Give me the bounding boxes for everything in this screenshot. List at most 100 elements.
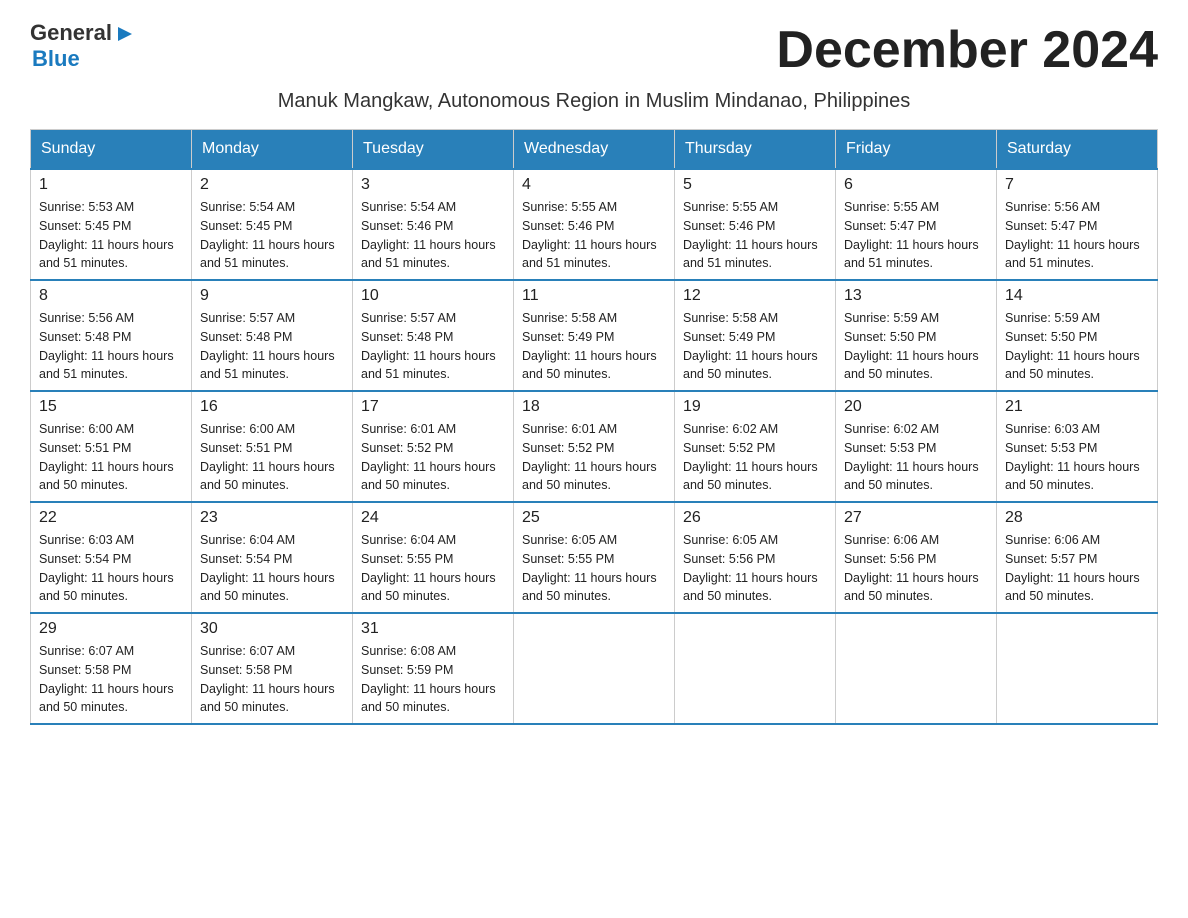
subtitle: Manuk Mangkaw, Autonomous Region in Musl… — [30, 90, 1158, 113]
day-info: Sunrise: 6:00 AMSunset: 5:51 PMDaylight:… — [200, 422, 335, 492]
page-title: December 2024 — [776, 20, 1158, 80]
day-info: Sunrise: 6:07 AMSunset: 5:58 PMDaylight:… — [39, 644, 174, 714]
day-info: Sunrise: 5:56 AMSunset: 5:47 PMDaylight:… — [1005, 200, 1140, 270]
calendar-week-2: 8 Sunrise: 5:56 AMSunset: 5:48 PMDayligh… — [31, 280, 1158, 391]
day-number: 4 — [522, 176, 666, 194]
day-number: 18 — [522, 398, 666, 416]
day-info: Sunrise: 6:00 AMSunset: 5:51 PMDaylight:… — [39, 422, 174, 492]
day-info: Sunrise: 5:57 AMSunset: 5:48 PMDaylight:… — [200, 311, 335, 381]
day-info: Sunrise: 6:06 AMSunset: 5:57 PMDaylight:… — [1005, 533, 1140, 603]
day-info: Sunrise: 5:55 AMSunset: 5:47 PMDaylight:… — [844, 200, 979, 270]
day-number: 23 — [200, 509, 344, 527]
empty-cell-w4-d3 — [514, 613, 675, 724]
col-monday: Monday — [192, 130, 353, 170]
day-cell-29: 29 Sunrise: 6:07 AMSunset: 5:58 PMDaylig… — [31, 613, 192, 724]
day-info: Sunrise: 6:07 AMSunset: 5:58 PMDaylight:… — [200, 644, 335, 714]
day-info: Sunrise: 5:55 AMSunset: 5:46 PMDaylight:… — [522, 200, 657, 270]
day-number: 10 — [361, 287, 505, 305]
day-number: 26 — [683, 509, 827, 527]
day-number: 29 — [39, 620, 183, 638]
day-cell-25: 25 Sunrise: 6:05 AMSunset: 5:55 PMDaylig… — [514, 502, 675, 613]
empty-cell-w4-d5 — [836, 613, 997, 724]
day-number: 24 — [361, 509, 505, 527]
day-number: 7 — [1005, 176, 1149, 194]
day-number: 8 — [39, 287, 183, 305]
day-info: Sunrise: 6:08 AMSunset: 5:59 PMDaylight:… — [361, 644, 496, 714]
day-number: 13 — [844, 287, 988, 305]
calendar-week-5: 29 Sunrise: 6:07 AMSunset: 5:58 PMDaylig… — [31, 613, 1158, 724]
day-info: Sunrise: 5:57 AMSunset: 5:48 PMDaylight:… — [361, 311, 496, 381]
logo-general-text: General — [30, 20, 112, 46]
calendar-week-4: 22 Sunrise: 6:03 AMSunset: 5:54 PMDaylig… — [31, 502, 1158, 613]
day-info: Sunrise: 5:55 AMSunset: 5:46 PMDaylight:… — [683, 200, 818, 270]
day-cell-10: 10 Sunrise: 5:57 AMSunset: 5:48 PMDaylig… — [353, 280, 514, 391]
day-number: 9 — [200, 287, 344, 305]
day-cell-1: 1 Sunrise: 5:53 AMSunset: 5:45 PMDayligh… — [31, 169, 192, 280]
day-number: 12 — [683, 287, 827, 305]
day-cell-30: 30 Sunrise: 6:07 AMSunset: 5:58 PMDaylig… — [192, 613, 353, 724]
day-cell-20: 20 Sunrise: 6:02 AMSunset: 5:53 PMDaylig… — [836, 391, 997, 502]
empty-cell-w4-d6 — [997, 613, 1158, 724]
day-cell-27: 27 Sunrise: 6:06 AMSunset: 5:56 PMDaylig… — [836, 502, 997, 613]
day-cell-16: 16 Sunrise: 6:00 AMSunset: 5:51 PMDaylig… — [192, 391, 353, 502]
day-info: Sunrise: 6:03 AMSunset: 5:54 PMDaylight:… — [39, 533, 174, 603]
day-cell-24: 24 Sunrise: 6:04 AMSunset: 5:55 PMDaylig… — [353, 502, 514, 613]
day-cell-2: 2 Sunrise: 5:54 AMSunset: 5:45 PMDayligh… — [192, 169, 353, 280]
col-tuesday: Tuesday — [353, 130, 514, 170]
day-number: 11 — [522, 287, 666, 305]
day-number: 2 — [200, 176, 344, 194]
day-cell-13: 13 Sunrise: 5:59 AMSunset: 5:50 PMDaylig… — [836, 280, 997, 391]
day-number: 22 — [39, 509, 183, 527]
day-cell-19: 19 Sunrise: 6:02 AMSunset: 5:52 PMDaylig… — [675, 391, 836, 502]
logo-blue-text: Blue — [30, 46, 136, 72]
day-cell-31: 31 Sunrise: 6:08 AMSunset: 5:59 PMDaylig… — [353, 613, 514, 724]
day-number: 3 — [361, 176, 505, 194]
day-cell-23: 23 Sunrise: 6:04 AMSunset: 5:54 PMDaylig… — [192, 502, 353, 613]
day-cell-6: 6 Sunrise: 5:55 AMSunset: 5:47 PMDayligh… — [836, 169, 997, 280]
day-number: 28 — [1005, 509, 1149, 527]
day-number: 1 — [39, 176, 183, 194]
day-cell-21: 21 Sunrise: 6:03 AMSunset: 5:53 PMDaylig… — [997, 391, 1158, 502]
day-info: Sunrise: 6:03 AMSunset: 5:53 PMDaylight:… — [1005, 422, 1140, 492]
day-number: 17 — [361, 398, 505, 416]
day-cell-12: 12 Sunrise: 5:58 AMSunset: 5:49 PMDaylig… — [675, 280, 836, 391]
day-cell-22: 22 Sunrise: 6:03 AMSunset: 5:54 PMDaylig… — [31, 502, 192, 613]
day-info: Sunrise: 5:58 AMSunset: 5:49 PMDaylight:… — [683, 311, 818, 381]
day-cell-4: 4 Sunrise: 5:55 AMSunset: 5:46 PMDayligh… — [514, 169, 675, 280]
day-number: 27 — [844, 509, 988, 527]
day-info: Sunrise: 5:54 AMSunset: 5:45 PMDaylight:… — [200, 200, 335, 270]
day-info: Sunrise: 6:01 AMSunset: 5:52 PMDaylight:… — [361, 422, 496, 492]
day-info: Sunrise: 5:56 AMSunset: 5:48 PMDaylight:… — [39, 311, 174, 381]
day-number: 20 — [844, 398, 988, 416]
calendar-week-1: 1 Sunrise: 5:53 AMSunset: 5:45 PMDayligh… — [31, 169, 1158, 280]
day-cell-5: 5 Sunrise: 5:55 AMSunset: 5:46 PMDayligh… — [675, 169, 836, 280]
day-number: 6 — [844, 176, 988, 194]
day-info: Sunrise: 5:53 AMSunset: 5:45 PMDaylight:… — [39, 200, 174, 270]
col-wednesday: Wednesday — [514, 130, 675, 170]
day-cell-26: 26 Sunrise: 6:05 AMSunset: 5:56 PMDaylig… — [675, 502, 836, 613]
day-number: 15 — [39, 398, 183, 416]
col-saturday: Saturday — [997, 130, 1158, 170]
day-number: 31 — [361, 620, 505, 638]
day-cell-15: 15 Sunrise: 6:00 AMSunset: 5:51 PMDaylig… — [31, 391, 192, 502]
day-info: Sunrise: 5:59 AMSunset: 5:50 PMDaylight:… — [1005, 311, 1140, 381]
day-number: 16 — [200, 398, 344, 416]
day-info: Sunrise: 6:01 AMSunset: 5:52 PMDaylight:… — [522, 422, 657, 492]
day-info: Sunrise: 6:04 AMSunset: 5:54 PMDaylight:… — [200, 533, 335, 603]
day-info: Sunrise: 5:59 AMSunset: 5:50 PMDaylight:… — [844, 311, 979, 381]
header-area: General Blue December 2024 — [30, 20, 1158, 80]
day-info: Sunrise: 6:02 AMSunset: 5:53 PMDaylight:… — [844, 422, 979, 492]
calendar-week-3: 15 Sunrise: 6:00 AMSunset: 5:51 PMDaylig… — [31, 391, 1158, 502]
day-number: 30 — [200, 620, 344, 638]
day-number: 21 — [1005, 398, 1149, 416]
day-number: 14 — [1005, 287, 1149, 305]
empty-cell-w4-d4 — [675, 613, 836, 724]
col-thursday: Thursday — [675, 130, 836, 170]
day-info: Sunrise: 5:54 AMSunset: 5:46 PMDaylight:… — [361, 200, 496, 270]
col-friday: Friday — [836, 130, 997, 170]
day-cell-18: 18 Sunrise: 6:01 AMSunset: 5:52 PMDaylig… — [514, 391, 675, 502]
day-number: 5 — [683, 176, 827, 194]
day-cell-9: 9 Sunrise: 5:57 AMSunset: 5:48 PMDayligh… — [192, 280, 353, 391]
day-info: Sunrise: 6:04 AMSunset: 5:55 PMDaylight:… — [361, 533, 496, 603]
day-info: Sunrise: 6:06 AMSunset: 5:56 PMDaylight:… — [844, 533, 979, 603]
